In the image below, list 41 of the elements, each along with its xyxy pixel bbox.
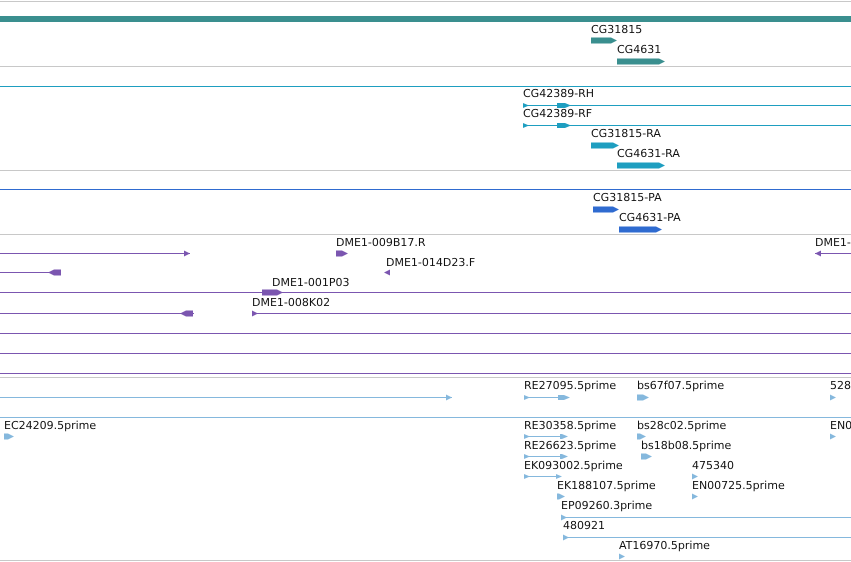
feature-label: CG4631 xyxy=(617,43,662,57)
feature-label: DME1-008K02 xyxy=(252,296,330,310)
feature-label: RE30358.5prime xyxy=(524,419,616,433)
feature-glyph[interactable] xyxy=(619,226,662,232)
feature-label: 480921 xyxy=(563,519,605,533)
feature-glyph[interactable] xyxy=(252,310,851,316)
feature-glyph[interactable] xyxy=(336,250,348,256)
feature-label: EK188107.5prime xyxy=(557,479,656,493)
feature-label: CG42389-RF xyxy=(523,107,592,121)
feature-glyph[interactable] xyxy=(814,250,851,256)
feature-glyph[interactable] xyxy=(522,123,851,128)
feature-glyph[interactable] xyxy=(262,290,283,296)
feature-label: 528 xyxy=(830,379,851,393)
feature-label: EK093002.5prime xyxy=(524,459,623,473)
feature-glyph[interactable] xyxy=(617,58,665,64)
feature-label: RE27095.5prime xyxy=(524,379,616,393)
feature-glyph[interactable] xyxy=(591,142,619,148)
feature-label: DME1-014D23.F xyxy=(386,256,476,270)
feature-label: bs28c02.5prime xyxy=(637,419,726,433)
feature-glyph[interactable] xyxy=(617,162,665,168)
feature-label: EC24209.5prime xyxy=(4,419,96,433)
feature-glyph[interactable] xyxy=(593,206,619,212)
feature-label: DME1-001P03 xyxy=(272,276,350,290)
feature-glyph[interactable] xyxy=(591,38,617,44)
feature-label: AT16970.5prime xyxy=(619,539,710,553)
feature-label: EP09260.3prime xyxy=(561,499,652,513)
feature-label: CG31815 xyxy=(591,23,642,37)
feature-label: CG31815-RA xyxy=(591,127,661,141)
feature-label: CG4631-RA xyxy=(617,147,680,161)
feature-glyph[interactable] xyxy=(384,270,390,276)
feature-label: RE26623.5prime xyxy=(524,439,616,453)
feature-label: DME1- xyxy=(815,236,851,250)
feature-label: CG31815-PA xyxy=(593,191,662,205)
feature-glyph[interactable] xyxy=(522,103,851,108)
feature-label: DME1-009B17.R xyxy=(336,236,426,250)
feature-label: EN00725.5prime xyxy=(692,479,785,493)
feature-label: 475340 xyxy=(692,459,734,473)
feature-label: bs67f07.5prime xyxy=(637,379,724,393)
feature-label: CG42389-RH xyxy=(523,87,594,101)
feature-label: bs18b08.5prime xyxy=(641,439,732,453)
feature-label: CG4631-PA xyxy=(619,211,681,225)
